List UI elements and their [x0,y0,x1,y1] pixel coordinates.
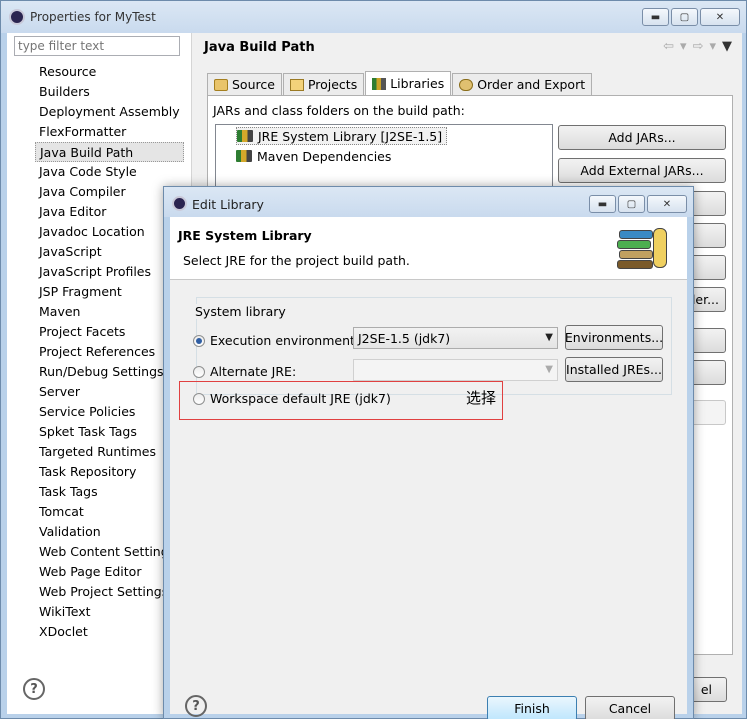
sidebar-item[interactable]: JSP Fragment [35,282,184,302]
minimize-button[interactable]: ▬ [589,195,616,213]
books-icon [617,226,677,272]
list-item-label: JRE System Library [J2SE-1.5] [258,128,443,144]
select-value: J2SE-1.5 (jdk7) [358,330,451,346]
radio-label: Execution environment: [210,333,360,348]
forward-dropdown-icon[interactable]: ▾ [709,39,716,54]
sidebar-item[interactable]: Java Compiler [35,182,184,202]
sidebar-item[interactable]: Web Project Settings [35,582,184,602]
maximize-button[interactable]: ▢ [618,195,645,213]
sidebar-item[interactable]: Task Repository [35,462,184,482]
help-icon[interactable]: ? [23,678,45,700]
sidebar-item[interactable]: Project References [35,342,184,362]
cancel-button[interactable]: Cancel [585,696,675,719]
jars-list[interactable]: JRE System Library [J2SE-1.5] Maven Depe… [215,124,553,194]
sidebar-item[interactable]: Targeted Runtimes [35,442,184,462]
sidebar-item[interactable]: Server [35,382,184,402]
tab-label: Libraries [390,76,445,91]
tab-label: Source [232,77,275,92]
alternate-jre-option[interactable]: Alternate JRE: [193,364,296,379]
tab-order-and-export[interactable]: Order and Export [452,73,593,95]
back-arrow-icon[interactable]: ⇦ [663,39,674,54]
library-icon [372,77,387,90]
maximize-button[interactable]: ▢ [671,8,698,26]
library-icon [237,130,253,142]
list-item-label: Maven Dependencies [257,148,392,164]
library-icon [236,150,252,162]
dialog-description: Select JRE for the project build path. [183,253,410,268]
alternate-jre-select[interactable]: ▼ [353,359,558,381]
sidebar-item[interactable]: Validation [35,522,184,542]
radio-button[interactable] [193,334,205,347]
radio-button[interactable] [193,365,205,378]
close-button[interactable]: ✕ [700,8,740,26]
dialog-client: JRE System Library Select JRE for the pr… [170,217,687,719]
sidebar-item[interactable]: JavaScript Profiles [35,262,184,282]
window-title: Properties for MyTest [30,10,156,24]
build-path-tabs: Source Projects Libraries Order and Expo… [207,71,593,95]
dialog-heading: JRE System Library [178,228,312,243]
annotation-highlight [179,381,503,420]
execution-environment-select[interactable]: J2SE-1.5 (jdk7) ▼ [353,327,558,349]
sidebar-item[interactable]: Resource [35,62,184,82]
back-dropdown-icon[interactable]: ▾ [680,39,687,54]
sidebar-item[interactable]: Builders [35,82,184,102]
dialog-titlebar: Edit Library ▬ ▢ ✕ [164,187,693,217]
add-jars-button[interactable]: Add JARs... [558,125,726,150]
radio-label: Alternate JRE: [210,364,297,379]
list-item[interactable]: JRE System Library [J2SE-1.5] [236,127,448,145]
sidebar-item[interactable]: Java Build Path [35,142,184,162]
history-nav: ⇦ ▾ ⇨ ▾ ▼ [663,39,732,54]
page-title: Java Build Path [204,40,315,55]
sidebar-item[interactable]: Task Tags [35,482,184,502]
installed-jres-button[interactable]: Installed JREs... [565,357,663,382]
tab-label: Projects [307,77,358,92]
sidebar-item[interactable]: JavaScript [35,242,184,262]
sidebar-item[interactable]: XDoclet [35,622,184,642]
sidebar-item[interactable]: FlexFormatter [35,122,184,142]
eclipse-icon [172,196,187,211]
annotation-text: 选择 [466,389,497,407]
order-export-icon [459,78,474,91]
source-folder-icon [214,78,228,91]
tab-projects[interactable]: Projects [282,73,365,95]
dialog-header: JRE System Library Select JRE for the pr… [170,217,687,280]
help-icon[interactable]: ? [185,695,207,717]
sidebar-item[interactable]: WikiText [35,602,184,622]
forward-arrow-icon[interactable]: ⇨ [693,39,704,54]
edit-library-dialog: Edit Library ▬ ▢ ✕ JRE System Library Se… [163,186,694,719]
environments-button[interactable]: Environments... [565,325,663,350]
list-item[interactable]: Maven Dependencies [236,147,391,165]
sidebar-item[interactable]: Run/Debug Settings [35,362,184,382]
sidebar-item[interactable]: Maven [35,302,184,322]
sidebar-item[interactable]: Service Policies [35,402,184,422]
sidebar-item[interactable]: Deployment Assembly [35,102,184,122]
chevron-down-icon: ▼ [545,332,553,343]
tab-label: Order and Export [477,77,586,92]
add-external-jars-button[interactable]: Add External JARs... [558,158,726,183]
sidebar-item[interactable]: Spket Task Tags [35,422,184,442]
dialog-title: Edit Library [192,197,264,212]
window-titlebar: Properties for MyTest ▬ ▢ ✕ [1,1,746,33]
jars-label: JARs and class folders on the build path… [213,103,465,118]
finish-button[interactable]: Finish [487,696,577,719]
close-button[interactable]: ✕ [647,195,687,213]
eclipse-icon [9,9,25,25]
execution-environment-option[interactable]: Execution environment: [193,333,359,348]
sidebar-item[interactable]: Javadoc Location [35,222,184,242]
tab-libraries[interactable]: Libraries [365,71,452,95]
group-label: System library [194,304,287,319]
sidebar-item[interactable]: Web Content Settings [35,542,184,562]
filter-input[interactable] [14,36,180,56]
sidebar-item[interactable]: Java Editor [35,202,184,222]
tab-source[interactable]: Source [207,73,282,95]
sidebar-item[interactable]: Project Facets [35,322,184,342]
projects-icon [289,78,304,91]
view-menu-icon[interactable]: ▼ [722,39,732,54]
chevron-down-icon: ▼ [545,364,553,375]
nav-tree: Resource Builders Deployment Assembly FlexF… [35,62,184,642]
sidebar-item[interactable]: Web Page Editor [35,562,184,582]
sidebar-item[interactable]: Tomcat [35,502,184,522]
minimize-button[interactable]: ▬ [642,8,669,26]
sidebar-item[interactable]: Java Code Style [35,162,184,182]
